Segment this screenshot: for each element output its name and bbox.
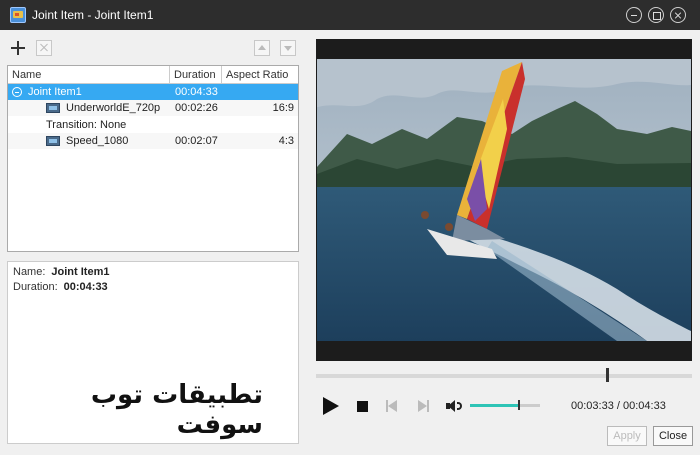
volume-slider[interactable] [470,404,540,407]
info-duration-label: Duration: [13,281,58,293]
time-display: 00:03:33 / 00:04:33 [571,400,666,412]
delete-icon[interactable] [36,40,52,56]
info-name-label: Name: [13,266,46,278]
list-item[interactable]: Speed_1080 00:02:07 4:3 [8,133,298,149]
volume-handle[interactable] [518,400,520,410]
maximize-button[interactable] [648,7,664,23]
apply-button[interactable]: Apply [607,426,647,446]
info-duration-value: 00:04:33 [63,281,108,293]
play-icon[interactable] [323,397,341,415]
item-aspect: 16:9 [272,102,294,114]
item-name: Speed_1080 [66,135,129,147]
item-duration: 00:02:26 [175,102,218,114]
next-icon[interactable] [416,399,430,413]
info-panel: Name: Joint Item1 Duration: 00:04:33 تطبيق… [7,261,299,444]
column-header-duration[interactable]: Duration [170,66,222,84]
add-icon[interactable] [10,40,26,56]
item-name: UnderworldE_720p [66,102,161,114]
video-frame-image [317,59,691,341]
title-bar: Joint Item - Joint Item1 [0,0,700,30]
app-icon [10,7,26,23]
info-name: Name: Joint Item1 [13,266,109,278]
volume-level [470,404,518,407]
video-clip-icon [46,103,60,113]
item-duration: 00:02:07 [175,135,218,147]
watermark-text: تطبيقات توب سوفت [90,380,263,440]
move-up-icon[interactable] [254,40,270,56]
close-button[interactable]: Close [653,426,693,446]
column-header-aspect-ratio[interactable]: Aspect Ratio [222,66,298,84]
item-duration: 00:04:33 [175,86,218,98]
stop-icon[interactable] [357,401,368,412]
move-down-icon[interactable] [280,40,296,56]
list-item[interactable]: UnderworldE_720p 00:02:26 16:9 [8,100,298,116]
column-header-name[interactable]: Name [8,66,170,84]
seek-bar[interactable] [316,374,692,378]
list-item[interactable]: Transition: None [8,117,298,133]
window-title: Joint Item - Joint Item1 [32,8,154,22]
transition-label: Transition: None [46,119,127,131]
collapse-icon[interactable] [12,87,22,97]
list-item[interactable]: Joint Item1 00:04:33 [8,84,298,100]
item-name: Joint Item1 [28,86,82,98]
minimize-button[interactable] [626,7,642,23]
item-aspect: 4:3 [278,135,294,147]
previous-icon[interactable] [385,399,399,413]
info-name-value: Joint Item1 [51,266,110,278]
item-list: Name Duration Aspect Ratio Joint Item1 0… [7,65,299,252]
list-header: Name Duration Aspect Ratio [8,66,298,84]
seek-handle[interactable] [606,368,609,382]
video-preview[interactable] [316,39,692,361]
close-window-button[interactable] [670,7,686,23]
info-duration: Duration: 00:04:33 [13,281,108,293]
video-clip-icon [46,136,60,146]
